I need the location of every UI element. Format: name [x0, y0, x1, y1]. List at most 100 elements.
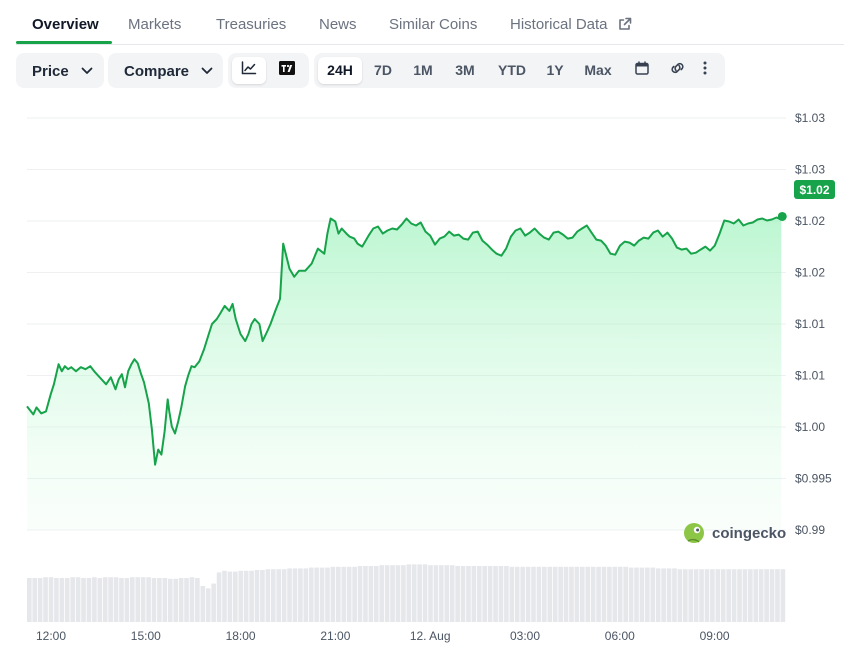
- volume-bar: [612, 566, 618, 622]
- volume-bar: [547, 566, 553, 622]
- volume-bar: [395, 565, 401, 622]
- volume-bar: [769, 569, 775, 622]
- volume-bar: [70, 577, 75, 622]
- volume-bar: [493, 566, 498, 622]
- volume-bar: [726, 569, 731, 622]
- volume-bar: [102, 577, 108, 622]
- volume-bar: [227, 571, 233, 622]
- volume-bar: [222, 570, 227, 622]
- volume-bar: [753, 569, 759, 622]
- volume-bar: [140, 577, 146, 622]
- volume-bar: [558, 566, 563, 622]
- volume-bar: [43, 577, 48, 622]
- volume-bar: [439, 565, 444, 622]
- volume-bar: [124, 578, 130, 622]
- x-tick-label: 09:00: [700, 629, 730, 643]
- volume-bar: [699, 569, 704, 622]
- volume-bar: [466, 566, 471, 622]
- volume-bar: [482, 566, 488, 622]
- volume-bar: [379, 565, 385, 622]
- volume-bar: [325, 567, 330, 622]
- y-tick-label: $1.02: [795, 266, 825, 280]
- y-tick-label: $1.01: [795, 369, 825, 383]
- volume-bar: [737, 569, 742, 622]
- volume-bar: [780, 569, 786, 622]
- volume-bar: [634, 567, 639, 622]
- volume-bar: [444, 565, 450, 622]
- volume-bar: [27, 578, 32, 622]
- volume-bar: [173, 578, 178, 622]
- volume-bar: [167, 578, 173, 622]
- volume-bar: [54, 578, 59, 622]
- y-tick-label: $1.02: [795, 214, 825, 228]
- volume-bar: [715, 569, 721, 622]
- volume-bar: [314, 567, 319, 622]
- volume-bar: [428, 565, 433, 622]
- volume-bar: [710, 569, 715, 622]
- coingecko-watermark: coingecko: [684, 523, 786, 543]
- x-tick-label: 12. Aug: [410, 629, 451, 643]
- x-tick-label: 21:00: [320, 629, 350, 643]
- volume-bar: [476, 566, 482, 622]
- volume-bar: [59, 578, 65, 622]
- volume-bar: [552, 566, 558, 622]
- volume-bar: [292, 568, 298, 622]
- volume-bar: [330, 566, 336, 622]
- volume-bar: [113, 577, 119, 622]
- volume-bar: [260, 570, 265, 622]
- volume-bar: [596, 566, 601, 622]
- volume-bar: [455, 566, 460, 622]
- volume-bar: [417, 564, 422, 622]
- volume-bar: [265, 569, 271, 622]
- volume-bar: [758, 569, 764, 622]
- volume-bar: [368, 566, 374, 622]
- watermark-text: coingecko: [712, 525, 786, 542]
- volume-bar: [319, 567, 325, 622]
- volume-bar: [146, 577, 151, 622]
- y-tick-label: $0.99: [795, 523, 825, 537]
- volume-bar: [607, 566, 612, 622]
- volume-bar: [308, 567, 314, 622]
- volume-bar: [243, 570, 249, 622]
- volume-bar: [650, 567, 656, 622]
- volume-bar: [504, 566, 509, 622]
- volume-bar: [720, 569, 726, 622]
- current-price-dot: [777, 211, 787, 221]
- current-price-badge: $1.02: [794, 180, 835, 199]
- volume-bar: [32, 578, 38, 622]
- volume-bar: [536, 566, 542, 622]
- volume-bar: [75, 577, 81, 622]
- volume-bar: [178, 578, 184, 622]
- volume-bar: [162, 578, 168, 622]
- volume-bar: [682, 569, 688, 622]
- y-tick-label: $1.01: [795, 317, 825, 331]
- volume-bar: [336, 566, 341, 622]
- volume-bar: [195, 578, 200, 622]
- volume-bar: [411, 564, 417, 622]
- volume-bar: [628, 567, 634, 622]
- volume-bar: [514, 566, 520, 622]
- volume-bar: [270, 569, 276, 622]
- x-tick-label: 18:00: [226, 629, 256, 643]
- price-chart[interactable]: $0.99 $0.995 $1.00 $1.01 $1.01 $1.02 $1.02 $1.0…: [0, 0, 844, 649]
- volume-bar: [189, 577, 195, 622]
- volume-bar: [579, 566, 585, 622]
- x-tick-label: 12:00: [36, 629, 66, 643]
- volume-bar: [775, 569, 780, 622]
- volume-bar: [764, 569, 769, 622]
- volume-bar: [287, 568, 292, 622]
- volume-bar: [748, 569, 753, 622]
- volume-bar: [623, 566, 628, 622]
- volume-bar: [276, 569, 282, 622]
- volume-bar: [108, 577, 113, 622]
- volume-bar: [585, 566, 591, 622]
- volume-bar: [693, 569, 699, 622]
- volume-bar: [569, 566, 574, 622]
- volume-bar: [216, 572, 222, 622]
- x-tick-label: 06:00: [605, 629, 635, 643]
- volume-bar: [86, 578, 92, 622]
- volume-bar: [341, 566, 347, 622]
- volume-bar: [157, 578, 162, 622]
- volume-bar: [563, 566, 569, 622]
- volume-bar: [135, 577, 141, 622]
